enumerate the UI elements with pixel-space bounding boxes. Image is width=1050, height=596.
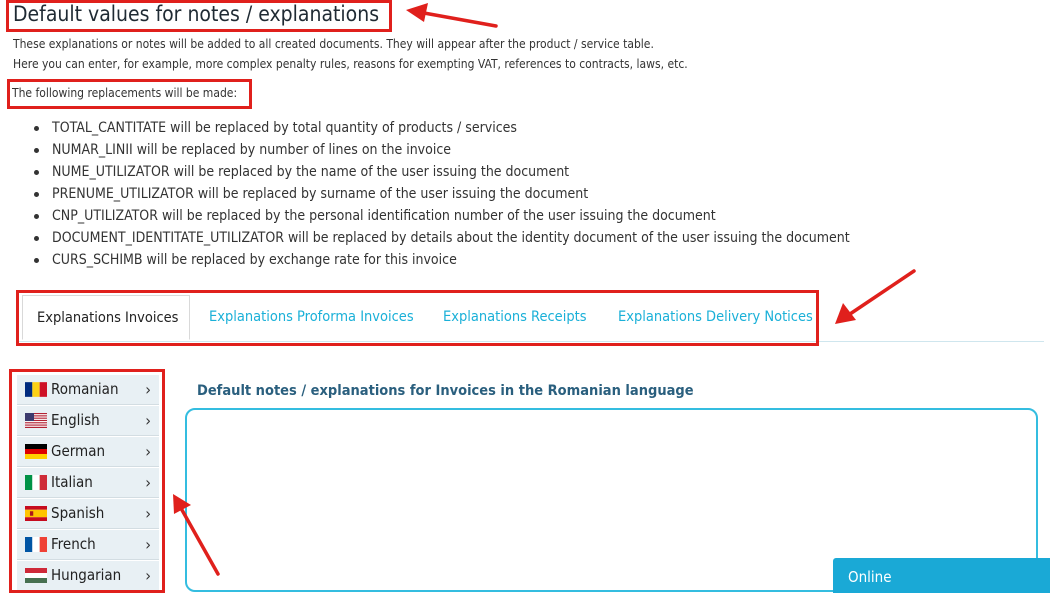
language-label: Spanish [51, 504, 105, 522]
description-line-1: These explanations or notes will be adde… [13, 37, 654, 51]
usa-flag-icon [25, 413, 47, 428]
tabs-bar: Explanations Invoices Explanations Profo… [16, 295, 1044, 342]
france-flag-icon [25, 537, 47, 552]
language-label: French [51, 535, 96, 553]
arrow-head-icon [406, 3, 428, 22]
editor-label: Default notes / explanations for Invoice… [197, 383, 694, 399]
list-item: NUMAR_LINII will be replaced by number o… [34, 139, 850, 161]
chevron-right-icon: › [145, 504, 151, 523]
language-label: Hungarian [51, 566, 122, 584]
language-item-german[interactable]: German › [17, 437, 159, 467]
chevron-right-icon: › [145, 442, 151, 461]
language-item-english[interactable]: English › [17, 406, 159, 436]
germany-flag-icon [25, 444, 47, 459]
language-label: German [51, 442, 106, 460]
language-list: Romanian › English › German › Italian › … [17, 375, 159, 592]
chevron-right-icon: › [145, 566, 151, 585]
tab-receipts[interactable]: Explanations Receipts [443, 295, 587, 340]
list-item: PRENUME_UTILIZATOR will be replaced by s… [34, 183, 850, 205]
description-line-2: Here you can enter, for example, more co… [13, 57, 688, 71]
hungary-flag-icon [25, 568, 47, 583]
list-item: CNP_UTILIZATOR will be replaced by the p… [34, 205, 850, 227]
list-item: NUME_UTILIZATOR will be replaced by the … [34, 161, 850, 183]
list-item: CURS_SCHIMB will be replaced by exchange… [34, 249, 850, 271]
language-label: Italian [51, 473, 93, 491]
list-item: DOCUMENT_IDENTITATE_UTILIZATOR will be r… [34, 227, 850, 249]
replacements-list: TOTAL_CANTITATE will be replaced by tota… [34, 117, 850, 271]
language-label: Romanian [51, 380, 119, 398]
replacements-heading: The following replacements will be made: [12, 86, 238, 100]
tab-delivery-notices[interactable]: Explanations Delivery Notices [618, 295, 813, 340]
chevron-right-icon: › [145, 380, 151, 399]
tab-invoices[interactable]: Explanations Invoices [22, 295, 190, 340]
chevron-right-icon: › [145, 411, 151, 430]
spain-flag-icon [25, 506, 47, 521]
language-item-romanian[interactable]: Romanian › [17, 375, 159, 405]
romania-flag-icon [25, 382, 47, 397]
tab-proforma-invoices[interactable]: Explanations Proforma Invoices [209, 295, 414, 340]
chevron-right-icon: › [145, 535, 151, 554]
language-item-french[interactable]: French › [17, 530, 159, 560]
language-label: English [51, 411, 100, 429]
online-chat-widget[interactable]: Online [833, 558, 1050, 593]
page-title: Default values for notes / explanations [13, 2, 380, 26]
arrow-to-title [422, 11, 498, 28]
list-item: TOTAL_CANTITATE will be replaced by tota… [34, 117, 850, 139]
italy-flag-icon [25, 475, 47, 490]
language-item-italian[interactable]: Italian › [17, 468, 159, 498]
chevron-right-icon: › [145, 473, 151, 492]
language-item-hungarian[interactable]: Hungarian › [17, 561, 159, 591]
language-item-spanish[interactable]: Spanish › [17, 499, 159, 529]
